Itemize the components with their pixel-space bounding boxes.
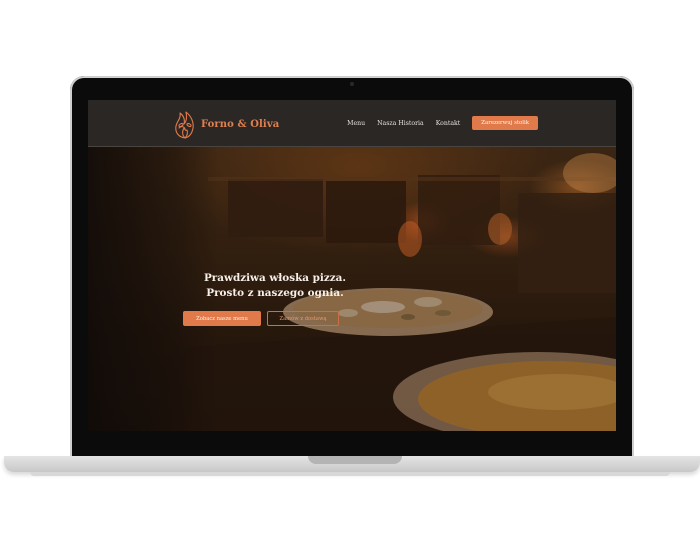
hero-title: Prawdziwa włoska pizza. Prosto z naszego… [188,271,362,301]
nav-link-menu[interactable]: Menu [347,120,365,127]
nav-link-history[interactable]: Nasza Historia [377,120,424,127]
hero-section: Prawdziwa włoska pizza. Prosto z naszego… [88,147,616,431]
order-delivery-button[interactable]: Zamów z dostawą [267,311,339,326]
laptop-base [4,456,700,472]
reserve-table-button[interactable]: Zarezerwuj stolik [472,116,538,130]
laptop-base-notch [308,456,402,464]
view-menu-button[interactable]: Zobacz nasze menu [183,311,261,326]
brand-logo[interactable]: Forno & Oliva [172,108,279,140]
brand-name: Forno & Oliva [201,118,280,130]
hero-title-line-1: Prawdziwa włoska pizza. [203,272,346,284]
hero-title-line-2: Prosto z naszego ognia. [206,287,344,299]
laptop-screen: Forno & Oliva Menu Nasza Historia Kontak… [88,100,616,431]
laptop-base-shadow [30,472,670,476]
flame-olive-icon [175,111,194,139]
site-header: Forno & Oliva Menu Nasza Historia Kontak… [88,100,616,147]
main-nav: Menu Nasza Historia Kontakt Zarezerwuj s… [347,116,538,130]
nav-link-contact[interactable]: Kontakt [436,120,461,127]
webcam [350,82,354,86]
